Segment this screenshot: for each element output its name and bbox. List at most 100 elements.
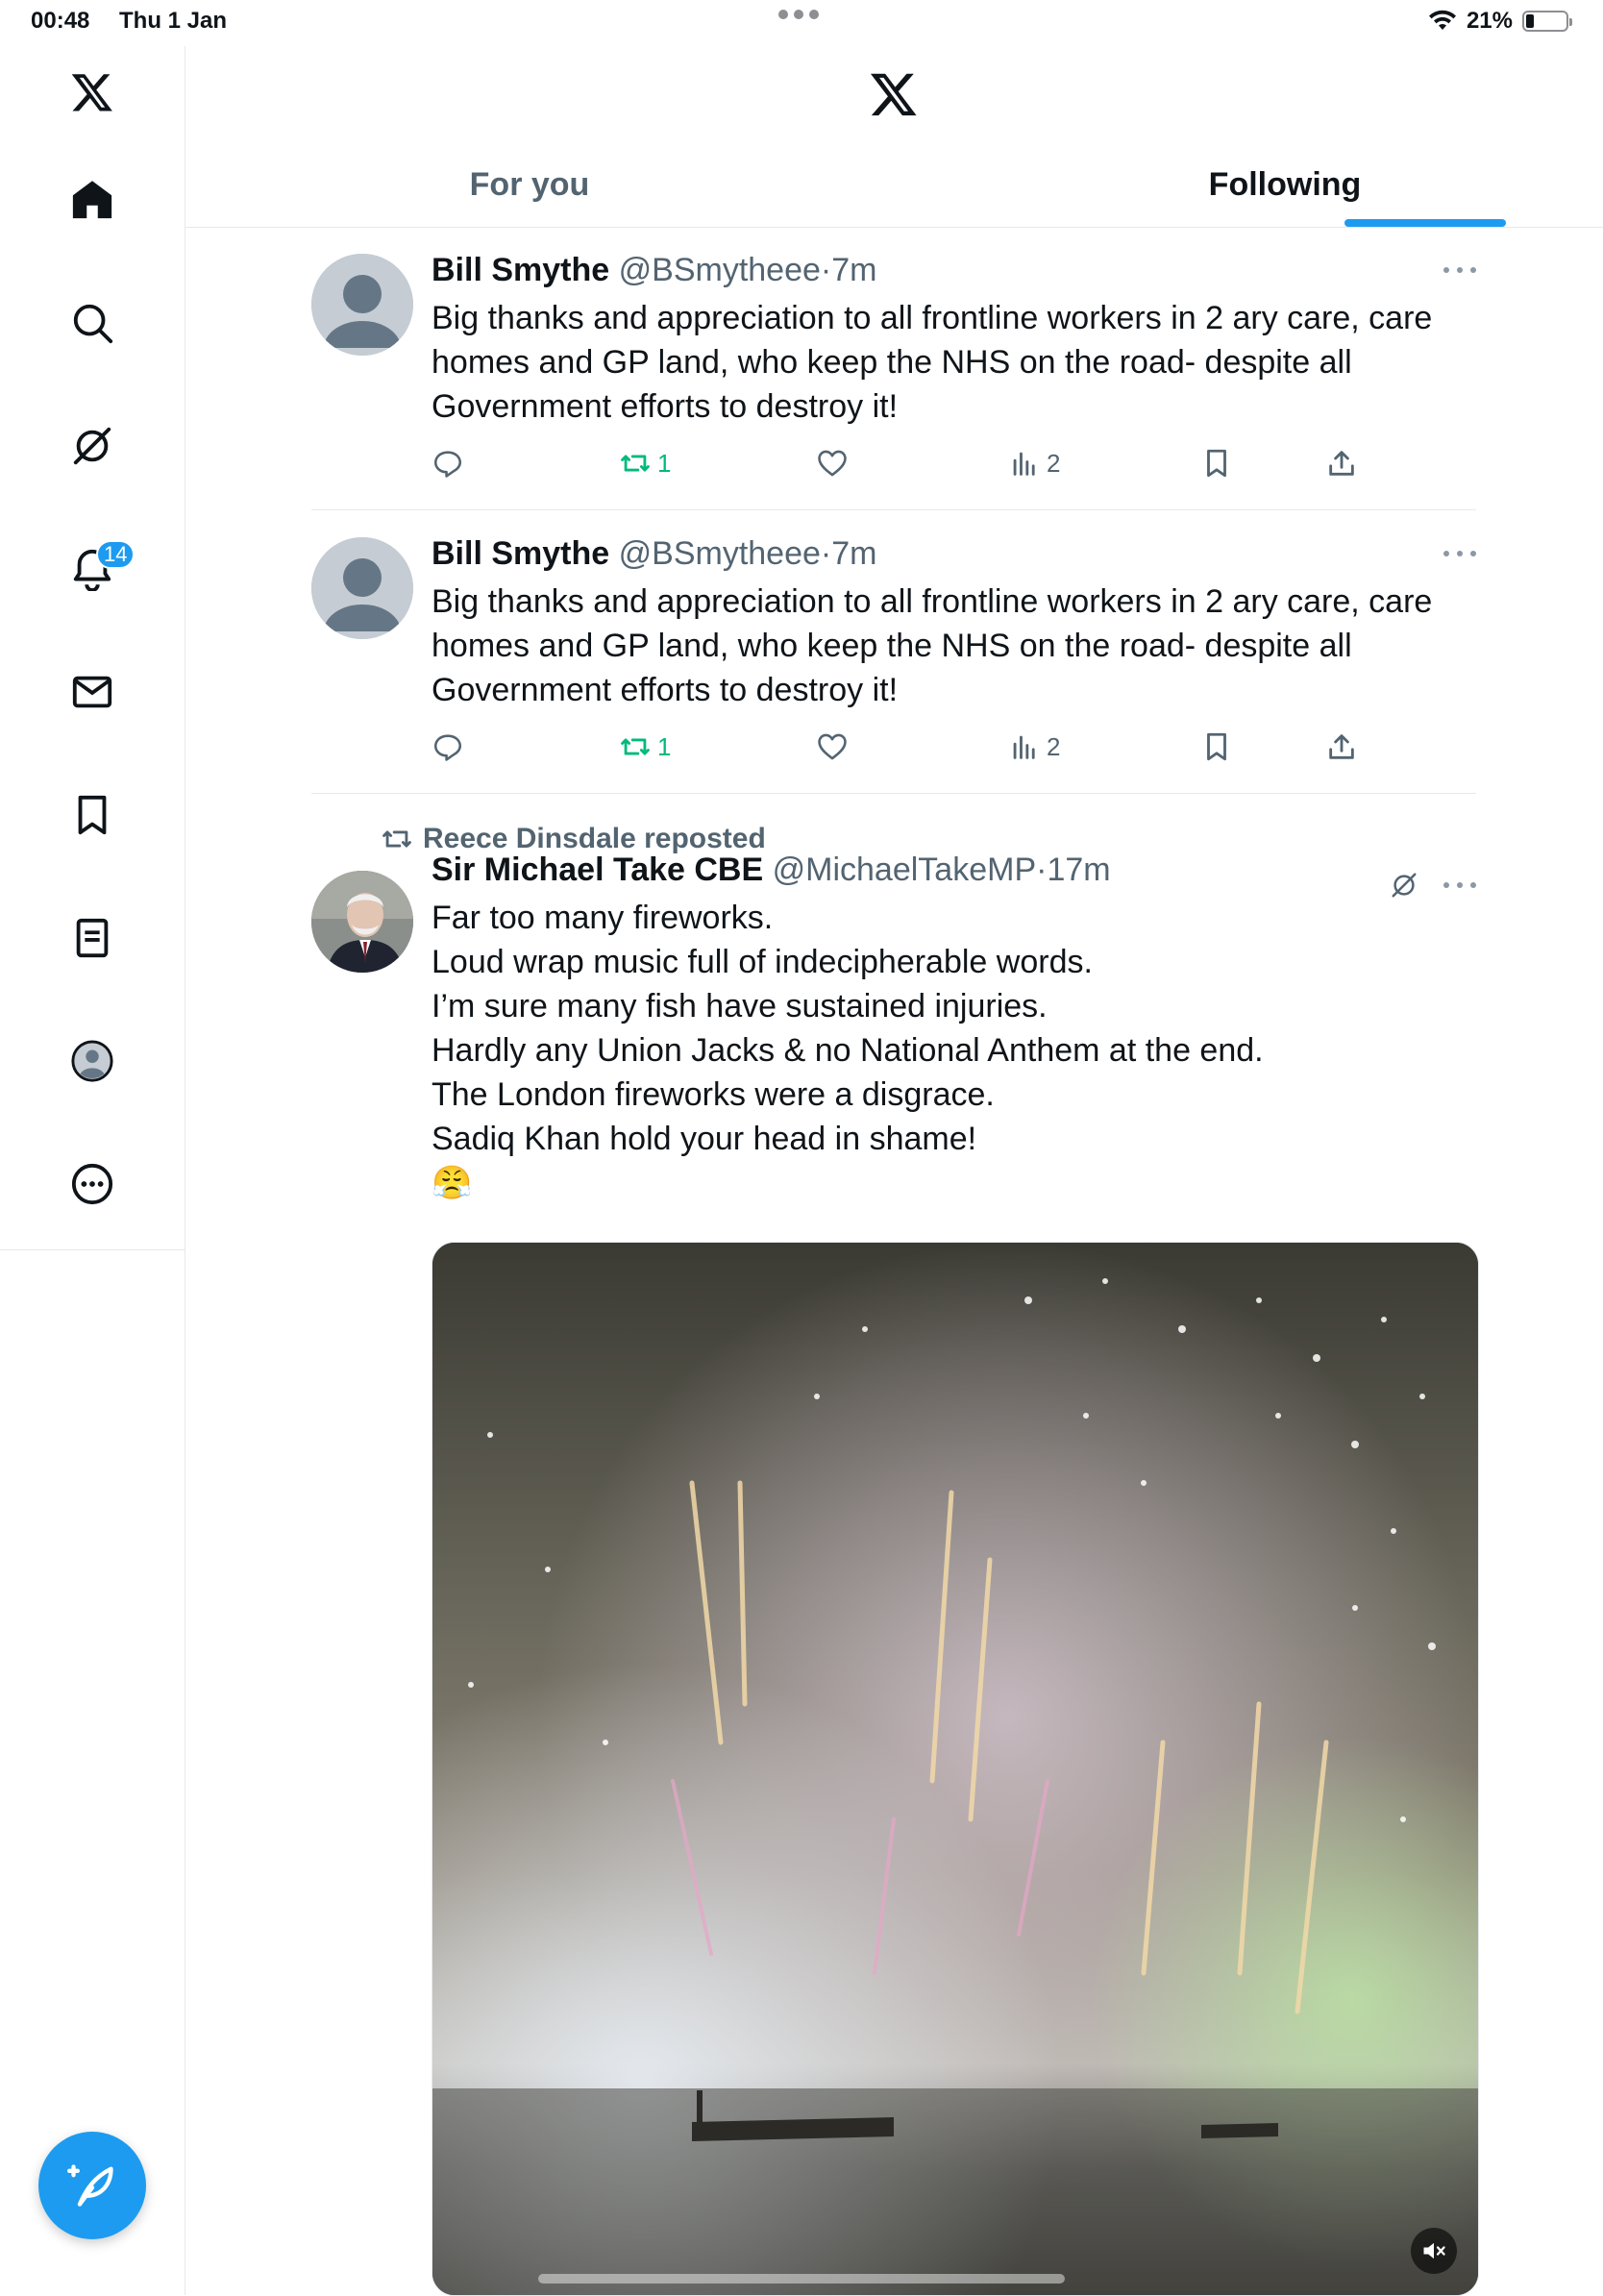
sidebar-item-bookmarks[interactable] xyxy=(54,777,131,853)
tweet-line: Big thanks and appreciation to all front… xyxy=(432,583,1433,620)
author-name[interactable]: Bill Smythe xyxy=(432,252,609,288)
bookmark-button[interactable] xyxy=(1200,728,1233,766)
avatar[interactable] xyxy=(311,254,413,356)
sidebar-item-more[interactable] xyxy=(54,1146,131,1222)
status-right: 21% xyxy=(1428,8,1572,35)
reply-icon xyxy=(433,734,462,761)
author-handle[interactable]: @MichaelTakeMP xyxy=(773,852,1037,888)
reply-button[interactable] xyxy=(432,444,464,482)
tweet-header: Bill Smythe @BSmytheee·7m xyxy=(432,252,876,289)
tweet-time[interactable]: 7m xyxy=(831,535,876,572)
more-circle-icon xyxy=(71,1163,113,1205)
tweet[interactable]: Reece Dinsdale reposted Sir Michael Take… xyxy=(311,819,1479,2296)
tweet-line: Big thanks and appreciation to all front… xyxy=(432,300,1433,336)
tweet-video[interactable] xyxy=(432,1242,1479,2296)
tweet-line: Loud wrap music full of indecipherable w… xyxy=(432,944,1093,980)
tweet-line: Hardly any Union Jacks & no National Ant… xyxy=(432,1032,1264,1069)
sidebar-item-grok[interactable] xyxy=(54,407,131,484)
home-icon xyxy=(72,181,112,219)
notification-badge: 14 xyxy=(96,540,136,569)
like-button[interactable] xyxy=(816,728,849,766)
x-logo-icon[interactable] xyxy=(869,69,919,119)
views-count: 2 xyxy=(1047,731,1061,761)
tweet[interactable]: Bill Smythe @BSmytheee·7m Big thanks and… xyxy=(311,535,1476,776)
tweet-time[interactable]: 17m xyxy=(1047,852,1110,888)
separator: · xyxy=(820,535,832,572)
repost-context[interactable]: Reece Dinsdale reposted xyxy=(381,823,766,855)
sidebar-item-notifications[interactable]: 14 xyxy=(54,531,136,607)
bookmark-icon xyxy=(1207,449,1226,478)
analytics-icon xyxy=(1013,735,1035,759)
list-icon xyxy=(76,918,109,958)
tweet-text: Far too many fireworks. Loud wrap music … xyxy=(432,896,1479,1205)
tweet[interactable]: Bill Smythe @BSmytheee·7m Big thanks and… xyxy=(311,252,1476,492)
heart-icon xyxy=(818,733,847,760)
tweet-divider xyxy=(311,509,1476,510)
retweet-button[interactable]: 1 xyxy=(619,444,671,482)
tweet-line: Sadiq Khan hold your head in shame! xyxy=(432,1121,977,1157)
retweet-count: 1 xyxy=(657,731,672,761)
share-button[interactable] xyxy=(1325,444,1358,482)
tweet-divider xyxy=(311,793,1476,794)
retweet-icon xyxy=(621,738,650,755)
tweet-header: Sir Michael Take CBE @MichaelTakeMP·17m xyxy=(432,852,1111,889)
retweet-count: 1 xyxy=(657,448,672,478)
sidebar-item-home[interactable] xyxy=(54,161,131,238)
sidebar-item-profile[interactable] xyxy=(54,1023,131,1099)
mute-icon xyxy=(1423,2242,1445,2259)
grok-icon xyxy=(73,427,111,465)
separator: · xyxy=(820,252,832,288)
compose-button[interactable] xyxy=(38,2132,146,2239)
home-indicator xyxy=(538,2274,1065,2284)
more-options-icon[interactable] xyxy=(1443,880,1476,890)
search-icon xyxy=(73,304,113,344)
author-name[interactable]: Sir Michael Take CBE xyxy=(432,852,763,888)
views-button[interactable]: 2 xyxy=(1008,444,1060,482)
mail-icon xyxy=(72,676,112,708)
tweet-line: homes and GP land, who keep the NHS on t… xyxy=(432,344,1352,381)
tweet-line: I’m sure many fish have sustained injuri… xyxy=(432,988,1048,1025)
tweet-line: The London fireworks were a disgrace. xyxy=(432,1076,995,1113)
profile-icon xyxy=(71,1040,113,1082)
author-handle[interactable]: @BSmytheee xyxy=(619,535,821,572)
share-icon xyxy=(1329,734,1354,759)
mute-button[interactable] xyxy=(1411,2228,1457,2274)
views-button[interactable]: 2 xyxy=(1008,728,1060,766)
separator: · xyxy=(1036,852,1048,888)
status-time: 00:48 xyxy=(31,8,90,34)
retweet-button[interactable]: 1 xyxy=(619,728,671,766)
share-icon xyxy=(1329,451,1354,476)
reply-icon xyxy=(433,451,462,478)
reposted-by: Reece Dinsdale reposted xyxy=(423,823,766,854)
tweet-actions: 1 2 xyxy=(432,444,1479,482)
like-button[interactable] xyxy=(816,444,849,482)
heart-icon xyxy=(818,450,847,477)
bookmark-icon xyxy=(1207,732,1226,761)
avatar[interactable] xyxy=(311,871,413,973)
tab-following[interactable]: Following xyxy=(874,142,1603,227)
battery-percent: 21% xyxy=(1466,8,1513,34)
more-options-icon[interactable] xyxy=(1443,265,1476,275)
x-logo-icon[interactable] xyxy=(54,54,131,131)
reply-button[interactable] xyxy=(432,728,464,766)
active-tab-indicator xyxy=(1344,219,1506,227)
author-handle[interactable]: @BSmytheee xyxy=(619,252,821,288)
bookmark-icon xyxy=(78,795,107,835)
sidebar-item-lists[interactable] xyxy=(54,900,131,976)
sidebar-item-search[interactable] xyxy=(54,284,131,361)
tab-for-you[interactable]: For you xyxy=(185,142,874,227)
retweet-icon xyxy=(382,830,411,848)
more-options-icon[interactable] xyxy=(1443,549,1476,558)
retweet-icon xyxy=(621,455,650,472)
tweet-text: Big thanks and appreciation to all front… xyxy=(432,296,1479,429)
share-button[interactable] xyxy=(1325,728,1358,766)
timeline-tabs: For you Following xyxy=(185,142,1603,228)
sidebar-item-messages[interactable] xyxy=(54,654,131,730)
bookmark-button[interactable] xyxy=(1200,444,1233,482)
tweet-time[interactable]: 7m xyxy=(831,252,876,288)
analytics-icon xyxy=(1013,452,1035,476)
tweet-line: Government efforts to destroy it! xyxy=(432,388,899,425)
author-name[interactable]: Bill Smythe xyxy=(432,535,609,572)
avatar[interactable] xyxy=(311,537,413,639)
multitasking-dots-icon[interactable] xyxy=(778,10,819,19)
